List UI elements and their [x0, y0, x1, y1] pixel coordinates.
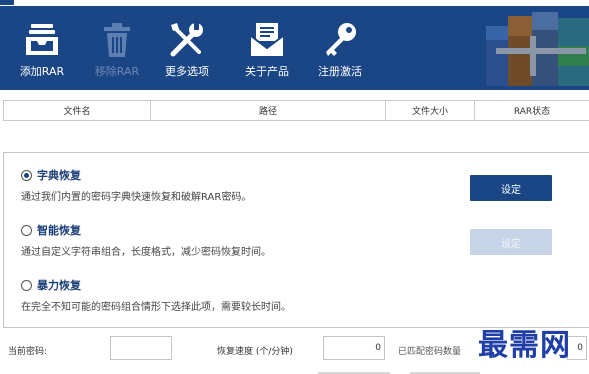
- add-rar-button[interactable]: 添加RAR: [17, 20, 67, 82]
- recovery-speed-field: 0: [323, 336, 385, 360]
- column-header-path[interactable]: 路径: [150, 101, 385, 120]
- register-activate-button[interactable]: 注册激活: [315, 20, 365, 82]
- brute-radio[interactable]: [21, 279, 32, 291]
- inbox-tray-icon: [26, 24, 58, 55]
- more-options-label: 更多选项: [165, 65, 209, 78]
- brute-title: 暴力恢复: [37, 279, 81, 292]
- option-brute-force-recovery[interactable]: 暴力恢复 在完全不知可能的密码组合情形下选择此项，需要较长时间。: [21, 277, 291, 313]
- file-table-header: 文件名 路径 文件大小 RAR状态: [3, 100, 589, 121]
- envelope-icon: [250, 23, 284, 56]
- current-password-label: 当前密码:: [8, 347, 48, 357]
- recovery-options-panel: 字典恢复 通过我们内置的密码字典快速恢复和破解RAR密码。 智能恢复 通过自定义…: [3, 152, 589, 328]
- smart-desc: 通过自定义字符串组合，长度格式，减少密码恢复时间。: [21, 247, 271, 258]
- column-header-filename[interactable]: 文件名: [3, 101, 150, 120]
- smart-title: 智能恢复: [37, 224, 81, 237]
- dictionary-radio[interactable]: [21, 169, 32, 181]
- watermark-text: 最需网: [478, 328, 571, 363]
- winrar-books-logo: [486, 12, 589, 86]
- option-smart-recovery[interactable]: 智能恢复 通过自定义字符串组合，长度格式，减少密码恢复时间。: [21, 222, 271, 258]
- dictionary-title: 字典恢复: [37, 169, 81, 182]
- trash-icon: [104, 23, 130, 57]
- smart-settings-button[interactable]: 设定: [470, 229, 552, 255]
- brute-desc: 在完全不知可能的密码组合情形下选择此项，需要较长时间。: [21, 302, 291, 313]
- current-password-field: [110, 336, 172, 360]
- add-rar-label: 添加RAR: [19, 65, 65, 78]
- toolbar: 添加RAR 移除RAR 更多选项 关于产品 注册激活: [0, 0, 589, 90]
- dictionary-desc: 通过我们内置的密码字典快速恢复和破解RAR密码。: [21, 192, 252, 203]
- remove-rar-button[interactable]: 移除RAR: [93, 20, 141, 82]
- more-options-button[interactable]: 更多选项: [162, 20, 212, 82]
- about-product-button[interactable]: 关于产品: [242, 20, 292, 82]
- column-header-rar-status[interactable]: RAR状态: [474, 101, 589, 120]
- title-strip-mark: [0, 0, 14, 5]
- option-dictionary-recovery[interactable]: 字典恢复 通过我们内置的密码字典快速恢复和破解RAR密码。: [21, 167, 251, 203]
- key-icon: [326, 23, 356, 56]
- matched-count-label: 已匹配密码数量: [398, 347, 462, 357]
- tools-icon: [170, 23, 203, 57]
- register-activate-label: 注册激活: [318, 65, 362, 78]
- smart-radio[interactable]: [21, 224, 32, 236]
- remove-rar-label: 移除RAR: [94, 65, 140, 78]
- recovery-speed-label: 恢复速度 (个/分钟): [217, 347, 293, 357]
- dictionary-settings-button[interactable]: 设定: [470, 175, 552, 201]
- app-window: 添加RAR 移除RAR 更多选项 关于产品 注册激活 文件名 路径 文件大小 R…: [0, 0, 589, 374]
- column-header-filesize[interactable]: 文件大小: [385, 101, 474, 120]
- about-product-label: 关于产品: [245, 65, 289, 78]
